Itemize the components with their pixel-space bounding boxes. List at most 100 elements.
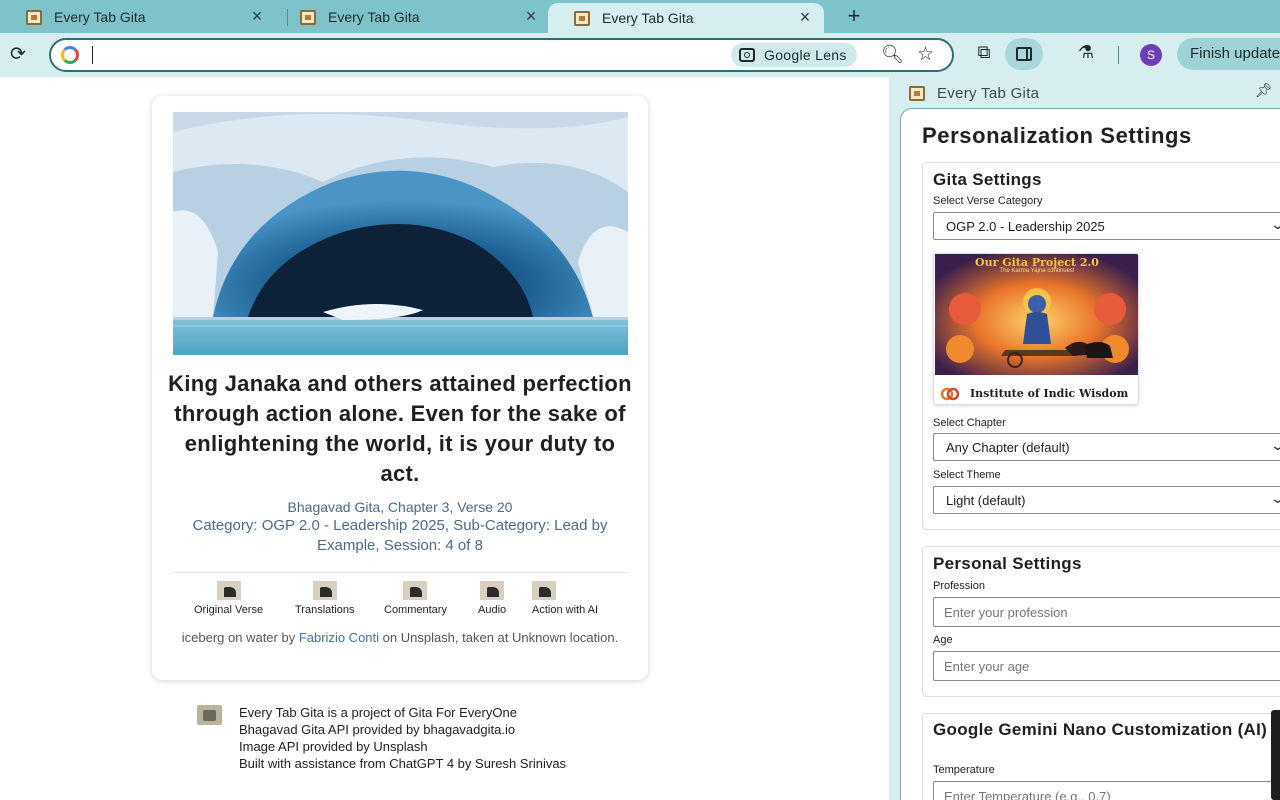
footer-line: Built with assistance from ChatGPT 4 by … [239, 756, 567, 771]
audio-button[interactable]: Audio [478, 581, 506, 616]
chapter-label: Select Chapter [933, 417, 1006, 429]
globe-icon [312, 581, 337, 600]
action-with-ai-button[interactable]: Action with AI [532, 581, 598, 616]
banner-footer-text: Institute of Indic Wisdom [970, 387, 1129, 400]
gita-favicon-icon [909, 85, 925, 101]
institute-logo-icon [939, 384, 961, 404]
action-label: Action with AI [532, 604, 599, 616]
footer-line: Image API provided by Unsplash [239, 739, 428, 754]
footer-line: Bhagavad Gita API provided by bhagavadgi… [239, 722, 516, 737]
tab-every-tab-gita-2[interactable]: Every Tab Gita × [274, 2, 550, 33]
verse-card: King Janaka and others attained perfecti… [152, 96, 648, 680]
footer-credits: Every Tab Gita is a project of Gita For … [239, 704, 566, 772]
scroll-icon [216, 581, 241, 600]
age-label: Age [933, 634, 953, 646]
section-heading: Personal Settings [933, 554, 1082, 573]
pin-icon[interactable]: 📌︎ [1255, 82, 1273, 99]
gita-favicon-icon [26, 10, 42, 25]
text-cursor [92, 46, 93, 64]
settings-panel: Personalization Settings Gita Settings S… [900, 108, 1280, 800]
tab-every-tab-gita-3-active[interactable]: Every Tab Gita × [548, 3, 824, 33]
profession-input[interactable]: Enter your profession [933, 597, 1280, 627]
banner-subtitle: The Karma Yajna continues! [999, 268, 1075, 274]
action-label: Audio [478, 604, 507, 616]
side-panel-title: Every Tab Gita [937, 84, 1040, 102]
new-tab-page: King Janaka and others attained perfecti… [0, 77, 889, 800]
new-tab-plus-icon[interactable]: + [844, 3, 864, 29]
profession-label: Profession [933, 580, 985, 592]
age-input[interactable]: Enter your age [933, 651, 1280, 681]
zoom-icon[interactable]: 🔍︎ [881, 44, 904, 65]
tab-title: Every Tab Gita [328, 9, 420, 25]
translations-button[interactable]: Translations [295, 581, 355, 616]
profile-avatar[interactable]: S [1140, 44, 1162, 66]
tab-title: Every Tab Gita [602, 10, 694, 26]
finish-update-button[interactable]: Finish update [1177, 38, 1280, 70]
browser-toolbar: ⟳ Google Lens 🔍︎ ☆ ⧉ ⚗ S Finish update [0, 33, 1280, 77]
verse-text: King Janaka and others attained perfecti… [168, 371, 632, 486]
close-icon[interactable]: × [248, 6, 266, 27]
original-verse-button[interactable]: Original Verse [194, 581, 263, 616]
krishna-chariot-artwork: Our Gita Project 2.0 The Karma Yajna con… [935, 254, 1138, 375]
action-label: Commentary [384, 604, 447, 616]
action-label: Original Verse [194, 604, 264, 616]
side-panel-header: Every Tab Gita [909, 82, 1039, 104]
action-label: Translations [295, 604, 355, 616]
verse-reference: Bhagavad Gita, Chapter 3, Verse 20 [287, 499, 513, 515]
verse-category: Category: OGP 2.0 - Leadership 2025, Sub… [192, 517, 608, 554]
reload-icon[interactable]: ⟳ [10, 43, 26, 66]
gita-favicon-icon [300, 10, 316, 25]
select-value: Light (default) [946, 493, 1026, 508]
commentary-button[interactable]: Commentary [384, 581, 447, 616]
photographer-link[interactable]: Fabrizio Conti [299, 630, 379, 645]
close-icon[interactable]: × [522, 6, 540, 27]
book-icon [403, 581, 428, 600]
gita-settings-section: Gita Settings Select Verse Category OGP … [922, 162, 1280, 530]
address-bar[interactable]: Google Lens 🔍︎ ☆ [49, 38, 954, 72]
theme-label: Select Theme [933, 469, 1001, 481]
tab-strip: Every Tab Gita × Every Tab Gita × Every … [0, 0, 1280, 33]
divider [173, 572, 628, 573]
robot-icon [532, 581, 556, 600]
credit-prefix: iceberg on water by [181, 630, 299, 645]
google-lens-button[interactable]: Google Lens [731, 43, 857, 67]
camera-lens-icon [739, 48, 755, 62]
temperature-label: Temperature [933, 764, 995, 776]
section-heading: Gita Settings [933, 170, 1042, 189]
close-icon[interactable]: × [796, 7, 814, 28]
iceberg-photo [173, 112, 628, 355]
personal-settings-section: Personal Settings Profession Enter your … [922, 546, 1280, 697]
google-logo-icon [61, 46, 79, 64]
chevron-down-icon: ⌄ [1270, 490, 1280, 507]
footer-line: Every Tab Gita is a project of Gita For … [239, 705, 517, 720]
gita-favicon-icon [574, 11, 590, 26]
project-banner: Our Gita Project 2.0 The Karma Yajna con… [933, 253, 1139, 405]
chapter-select[interactable]: Any Chapter (default) ⌄ [933, 433, 1280, 461]
google-lens-label: Google Lens [764, 47, 847, 63]
temperature-input[interactable]: Enter Temperature (e.g., 0.7) [933, 781, 1280, 800]
chevron-down-icon: ⌄ [1270, 216, 1280, 233]
labs-flask-icon[interactable]: ⚗ [1074, 42, 1098, 63]
page-title: Personalization Settings [922, 123, 1192, 148]
section-heading: Google Gemini Nano Customization (AI) [933, 720, 1268, 739]
side-panel-icon [1016, 47, 1032, 61]
gemini-settings-section: Google Gemini Nano Customization (AI) Te… [922, 713, 1280, 800]
tab-title: Every Tab Gita [54, 9, 146, 25]
scrollbar-thumb[interactable] [1271, 710, 1280, 800]
theme-select[interactable]: Light (default) ⌄ [933, 486, 1280, 514]
side-panel: Every Tab Gita 📌︎ Personalization Settin… [889, 77, 1280, 800]
select-value: OGP 2.0 - Leadership 2025 [946, 219, 1105, 234]
chevron-down-icon: ⌄ [1270, 437, 1280, 454]
tab-every-tab-gita-1[interactable]: Every Tab Gita × [0, 2, 276, 33]
select-value: Any Chapter (default) [946, 440, 1070, 455]
headphones-icon [480, 581, 505, 600]
photo-credit: iceberg on water by Fabrizio Conti on Un… [176, 629, 624, 646]
extensions-puzzle-icon[interactable]: ⧉ [972, 42, 996, 63]
side-panel-button[interactable] [1005, 38, 1043, 70]
toolbar-divider [1118, 46, 1119, 64]
verse-category-select[interactable]: OGP 2.0 - Leadership 2025 ⌄ [933, 212, 1280, 240]
credit-suffix: on Unsplash, taken at Unknown location. [379, 630, 619, 645]
verse-category-label: Select Verse Category [933, 195, 1043, 207]
bookmark-star-icon[interactable]: ☆ [917, 43, 934, 66]
project-logo-icon [197, 705, 222, 725]
